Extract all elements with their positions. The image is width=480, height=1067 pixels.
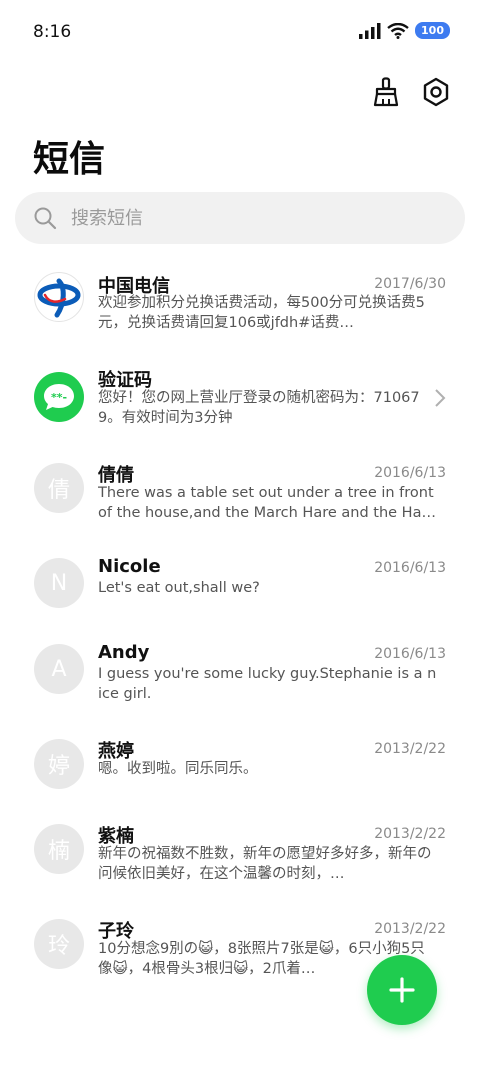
battery-indicator: 100 xyxy=(415,22,450,39)
message-preview: 嗯。收到啦。同乐同乐。 xyxy=(98,761,258,777)
message-date: 2017/6/30 xyxy=(374,276,446,292)
message-preview: There was a table set out under a tree i… xyxy=(98,485,434,521)
avatar: N xyxy=(34,558,84,608)
ct-logo-icon xyxy=(34,272,84,322)
top-toolbar xyxy=(370,76,452,108)
chevron-right-icon xyxy=(435,389,446,407)
search-input[interactable] xyxy=(69,206,433,230)
message-date: 2013/2/22 xyxy=(374,826,446,842)
search-bar[interactable] xyxy=(15,192,465,244)
verification-code-icon: **- xyxy=(34,372,84,422)
plus-icon xyxy=(389,977,415,1003)
svg-text:**-: **- xyxy=(51,391,67,404)
avatar: 玲 xyxy=(34,919,84,969)
message-preview: 新年の祝福数不胜数，新年の愿望好多好多，新年の问候依旧美好，在这个温馨の时刻，… xyxy=(98,846,432,882)
avatar: 婷 xyxy=(34,739,84,789)
settings-button[interactable] xyxy=(420,76,452,108)
status-icons: 100 xyxy=(359,22,450,39)
signal-icon xyxy=(359,22,381,39)
status-bar: 8:16 100 xyxy=(0,0,480,66)
message-preview: 欢迎参加积分兑换话费活动，每500分可兑换话费5元，兑换话费请回复106或jfd… xyxy=(98,295,425,331)
hex-gear-icon xyxy=(423,77,449,107)
message-preview: I guess you're some lucky guy.Stephanie … xyxy=(98,666,437,702)
avatar: 倩 xyxy=(34,463,84,513)
new-message-button[interactable] xyxy=(367,955,437,1025)
avatar: A xyxy=(34,644,84,694)
avatar: 楠 xyxy=(34,824,84,874)
message-date: 2016/6/13 xyxy=(374,646,446,662)
wifi-icon xyxy=(387,22,409,39)
sender-name: Andy xyxy=(98,642,150,663)
clean-button[interactable] xyxy=(370,76,402,108)
search-icon xyxy=(34,207,57,230)
sender-name: Nicole xyxy=(98,556,161,577)
status-time: 8:16 xyxy=(33,22,72,42)
broom-icon xyxy=(373,77,399,107)
message-date: 2016/6/13 xyxy=(374,560,446,576)
page-title: 短信 xyxy=(33,139,106,180)
message-date: 2013/2/22 xyxy=(374,741,446,757)
message-date: 2016/6/13 xyxy=(374,465,446,481)
message-date: 2013/2/22 xyxy=(374,921,446,937)
message-preview: 您好！您の网上营业厅登录の随机密码为：710679。有效时间为3分钟 xyxy=(98,390,420,426)
message-preview: Let's eat out,shall we? xyxy=(98,580,260,596)
